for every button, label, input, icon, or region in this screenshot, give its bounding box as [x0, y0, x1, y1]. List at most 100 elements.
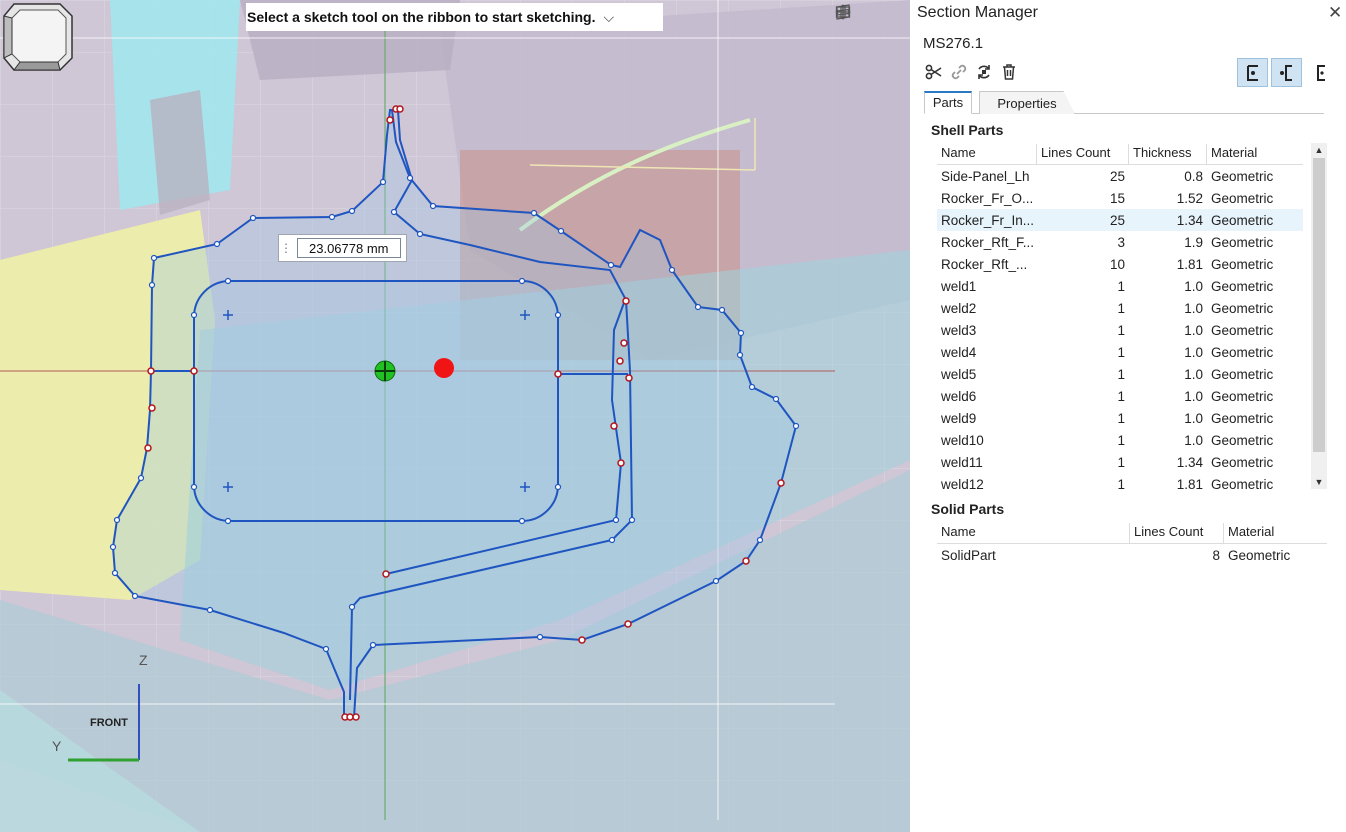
table-row[interactable]: weld12 1 1.81 Geometric [937, 473, 1303, 491]
cell-thickness: 1.0 [1184, 388, 1203, 404]
cell-lines: 1 [1117, 454, 1125, 470]
cell-lines: 15 [1109, 190, 1125, 206]
cell-material: Geometric [1211, 322, 1274, 338]
section-front-mode-icon[interactable] [1237, 58, 1268, 87]
cell-thickness: 1.0 [1184, 366, 1203, 382]
table-row[interactable]: Rocker_Rft_F... 3 1.9 Geometric [937, 231, 1303, 253]
cell-lines: 3 [1117, 234, 1125, 250]
panel-title: Section Manager [917, 4, 1038, 21]
cell-lines: 10 [1109, 256, 1125, 272]
cell-lines: 1 [1117, 476, 1125, 491]
cell-name: weld10 [941, 432, 984, 448]
shell-parts-header: Name Lines Count Thickness Material [937, 143, 1303, 165]
cell-thickness: 1.0 [1184, 278, 1203, 294]
cell-name: weld6 [941, 388, 977, 404]
table-row[interactable]: SolidPart 8 Geometric [937, 544, 1327, 566]
drag-handle-icon[interactable]: ⋮ [279, 241, 293, 255]
cell-thickness: 1.81 [1176, 476, 1203, 491]
panel-tabs: Parts Properties [924, 91, 1324, 114]
cell-lines: 25 [1109, 212, 1125, 228]
cell-name: weld3 [941, 322, 977, 338]
table-row[interactable]: Side-Panel_Lh 25 0.8 Geometric [937, 165, 1303, 187]
solid-parts-body[interactable]: SolidPart 8 Geometric [937, 544, 1327, 566]
cell-name: weld5 [941, 366, 977, 382]
close-icon[interactable]: ✕ [1328, 3, 1342, 23]
link-icon[interactable] [949, 62, 969, 82]
chevron-down-icon[interactable]: ⌵ [604, 9, 615, 26]
cell-thickness: 1.0 [1184, 300, 1203, 316]
section-back-mode-icon[interactable] [1271, 58, 1302, 87]
column-name-header[interactable]: Name [937, 144, 1037, 164]
pan-icon[interactable] [835, 4, 877, 22]
cell-name: weld1 [941, 278, 977, 294]
cell-name: weld4 [941, 344, 977, 360]
column-thickness-header[interactable]: Thickness [1129, 144, 1207, 164]
column-material-header[interactable]: Material [1207, 144, 1303, 164]
cell-lines: 1 [1117, 388, 1125, 404]
cell-lines: 8 [1212, 547, 1220, 563]
table-row[interactable]: weld6 1 1.0 Geometric [937, 385, 1303, 407]
table-row[interactable]: weld9 1 1.0 Geometric [937, 407, 1303, 429]
table-row[interactable]: weld4 1 1.0 Geometric [937, 341, 1303, 363]
cell-name: Rocker_Rft_... [941, 256, 1028, 272]
axis-z-label: Z [139, 652, 148, 668]
shell-parts-title: Shell Parts [931, 122, 1004, 138]
cell-material: Geometric [1211, 168, 1274, 184]
cell-material: Geometric [1211, 344, 1274, 360]
cell-lines: 1 [1117, 410, 1125, 426]
scroll-up-icon[interactable]: ▲ [1311, 143, 1327, 157]
cell-thickness: 1.34 [1176, 454, 1203, 470]
tab-parts[interactable]: Parts [924, 91, 972, 114]
table-row[interactable]: weld2 1 1.0 Geometric [937, 297, 1303, 319]
cell-thickness: 1.52 [1176, 190, 1203, 206]
table-row[interactable]: weld11 1 1.34 Geometric [937, 451, 1303, 473]
tab-properties[interactable]: Properties [979, 91, 1075, 114]
scroll-down-icon[interactable]: ▼ [1311, 475, 1327, 489]
sketch-hint-text: Select a sketch tool on the ribbon to st… [247, 9, 596, 25]
cell-thickness: 1.0 [1184, 322, 1203, 338]
table-row[interactable]: weld1 1 1.0 Geometric [937, 275, 1303, 297]
cell-material: Geometric [1228, 547, 1291, 563]
table-row[interactable]: weld10 1 1.0 Geometric [937, 429, 1303, 451]
cell-material: Geometric [1211, 476, 1274, 491]
display-mode-buttons [1237, 58, 1336, 87]
cell-material: Geometric [1211, 256, 1274, 272]
cell-material: Geometric [1211, 234, 1274, 250]
shell-parts-body[interactable]: Side-Panel_Lh 25 0.8 Geometric Rocker_Fr_O..… [937, 165, 1303, 490]
column-lines-header[interactable]: Lines Count [1037, 144, 1129, 164]
solid-column-lines-header[interactable]: Lines Count [1130, 523, 1224, 543]
view-cube-icon[interactable] [0, 0, 76, 72]
cell-lines: 1 [1117, 344, 1125, 360]
table-row[interactable]: weld5 1 1.0 Geometric [937, 363, 1303, 385]
scrollbar-thumb[interactable] [1313, 158, 1325, 452]
cell-lines: 1 [1117, 278, 1125, 294]
cell-thickness: 1.0 [1184, 432, 1203, 448]
refresh-icon[interactable] [974, 62, 994, 82]
solid-column-material-header[interactable]: Material [1224, 523, 1327, 543]
graphics-viewport[interactable]: Select a sketch tool on the ribbon to st… [0, 0, 910, 832]
axis-y-label: Y [52, 738, 62, 754]
section-both-mode-icon[interactable] [1305, 58, 1336, 87]
table-row[interactable]: Rocker_Fr_O... 15 1.52 Geometric [937, 187, 1303, 209]
solid-parts-title: Solid Parts [931, 501, 1005, 517]
cell-name: weld11 [941, 454, 983, 470]
table-row[interactable]: Rocker_Fr_In... 25 1.34 Geometric [937, 209, 1303, 231]
solid-column-name-header[interactable]: Name [937, 523, 1130, 543]
cell-name: Rocker_Fr_O... [941, 190, 1034, 206]
trash-icon[interactable] [999, 62, 1019, 82]
model-canvas[interactable] [0, 0, 910, 832]
solid-parts-header: Name Lines Count Material [937, 522, 1327, 544]
cell-material: Geometric [1211, 212, 1274, 228]
cell-name: weld12 [941, 476, 984, 491]
table-row[interactable]: Rocker_Rft_... 10 1.81 Geometric [937, 253, 1303, 275]
cell-name: Rocker_Rft_F... [941, 234, 1035, 250]
cell-name: Side-Panel_Lh [941, 168, 1030, 184]
shell-parts-scrollbar[interactable]: ▲ ▼ [1311, 143, 1327, 489]
dimension-input[interactable] [297, 238, 401, 258]
scissors-icon[interactable] [924, 62, 944, 82]
cell-material: Geometric [1211, 388, 1274, 404]
table-row[interactable]: weld3 1 1.0 Geometric [937, 319, 1303, 341]
cell-thickness: 1.34 [1176, 212, 1203, 228]
cell-name: weld2 [941, 300, 977, 316]
window-icon[interactable] [835, 4, 901, 22]
